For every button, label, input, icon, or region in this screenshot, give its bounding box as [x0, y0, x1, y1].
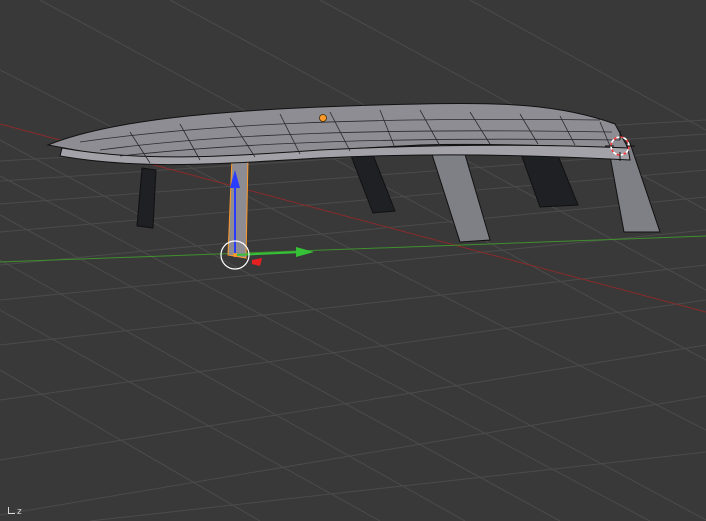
scene-canvas[interactable] [0, 0, 706, 521]
axis-indicator-icon [8, 507, 15, 514]
origin-dot-icon[interactable] [319, 114, 327, 122]
3d-viewport[interactable]: z [0, 0, 706, 521]
mesh-leg[interactable] [136, 167, 157, 229]
gizmo-center-dot [233, 253, 237, 257]
view-axis-indicator: z [8, 507, 22, 517]
mesh-leg-selected[interactable] [227, 157, 249, 259]
gizmo-y-arrow[interactable] [296, 247, 314, 257]
axis-indicator-label: z [17, 507, 22, 517]
ground-grid [0, 0, 706, 521]
gizmo-x-arrow[interactable] [252, 258, 262, 266]
mesh-object[interactable] [46, 102, 661, 259]
transform-gizmo-icon[interactable] [220, 170, 314, 270]
y-axis-line [0, 235, 706, 263]
